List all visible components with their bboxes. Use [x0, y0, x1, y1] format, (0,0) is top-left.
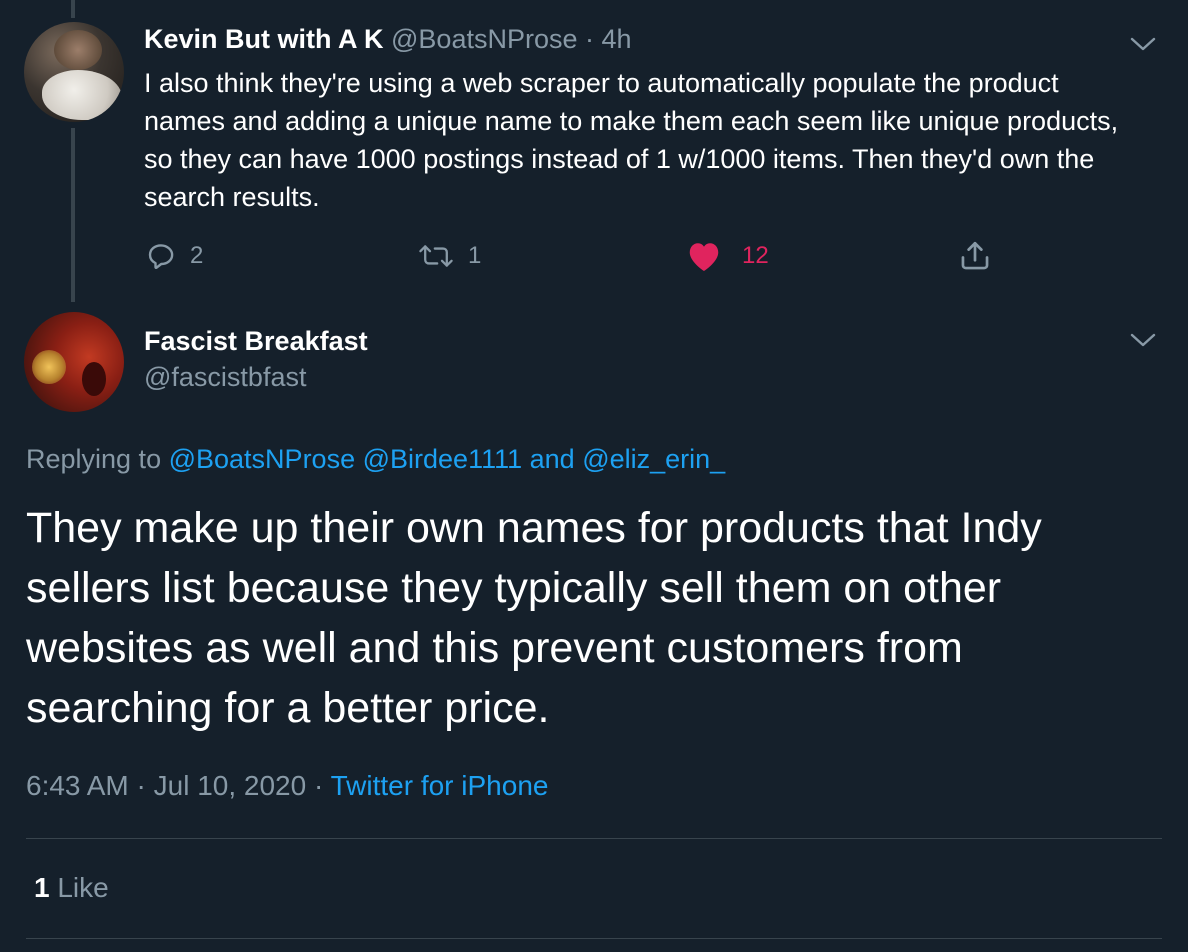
- like-button[interactable]: 12: [686, 236, 769, 276]
- retweet-icon: [419, 245, 453, 267]
- like-count: 12: [742, 242, 769, 269]
- likes-count: 1: [34, 872, 50, 903]
- author-handle[interactable]: @BoatsNProse: [391, 24, 577, 54]
- thread-connector: [71, 128, 75, 302]
- replying-and[interactable]: and: [530, 444, 575, 474]
- tweet-source[interactable]: Twitter for iPhone: [331, 770, 549, 801]
- reply-count: 2: [190, 242, 204, 269]
- retweet-button[interactable]: 1: [418, 236, 481, 276]
- reply-button[interactable]: 2: [146, 236, 203, 276]
- separator: ·: [136, 770, 146, 801]
- divider: [26, 938, 1162, 939]
- divider: [26, 838, 1162, 839]
- author-name[interactable]: Kevin But with A K: [144, 24, 384, 54]
- replying-to: Replying to @BoatsNProse @Birdee1111 and…: [26, 444, 725, 475]
- avatar-face: [54, 30, 102, 70]
- chevron-down-icon[interactable]: [1128, 330, 1158, 350]
- likes-summary[interactable]: 1 Like: [34, 872, 109, 904]
- avatar[interactable]: [24, 312, 124, 412]
- parent-tweet-header: Kevin But with A K @BoatsNProse · 4h: [144, 24, 632, 55]
- avatar-glow: [32, 350, 66, 384]
- heart-filled-icon: [689, 243, 719, 271]
- mention-link[interactable]: @BoatsNProse: [169, 444, 355, 474]
- separator: ·: [313, 770, 324, 801]
- tweet-time[interactable]: 6:43 AM: [26, 770, 129, 801]
- main-tweet-text: They make up their own names for product…: [26, 504, 1042, 732]
- tweet-meta: 6:43 AM · Jul 10, 2020 · Twitter for iPh…: [26, 770, 548, 802]
- mention-link[interactable]: @Birdee1111: [363, 444, 523, 474]
- retweet-count: 1: [468, 242, 482, 269]
- avatar-mouth: [82, 362, 106, 396]
- reply-icon: [148, 244, 174, 270]
- share-button[interactable]: [958, 236, 992, 276]
- parent-tweet-text: I also think they're using a web scraper…: [144, 68, 1119, 212]
- likes-label: Like: [57, 872, 109, 903]
- replying-prefix: Replying to: [26, 444, 162, 474]
- chevron-down-icon[interactable]: [1128, 34, 1158, 54]
- avatar[interactable]: [24, 22, 124, 122]
- mention-link[interactable]: @eliz_erin_: [582, 444, 725, 474]
- avatar-dog: [42, 70, 122, 120]
- author-name[interactable]: Fascist Breakfast: [144, 326, 368, 357]
- timestamp[interactable]: 4h: [602, 24, 632, 54]
- tweet-date[interactable]: Jul 10, 2020: [154, 770, 307, 801]
- author-handle[interactable]: @fascistbfast: [144, 362, 306, 393]
- thread-connector-top: [71, 0, 75, 18]
- separator: ·: [585, 24, 595, 54]
- share-icon: [961, 241, 989, 270]
- tweet-detail-page: Kevin But with A K @BoatsNProse · 4h I a…: [0, 0, 1188, 952]
